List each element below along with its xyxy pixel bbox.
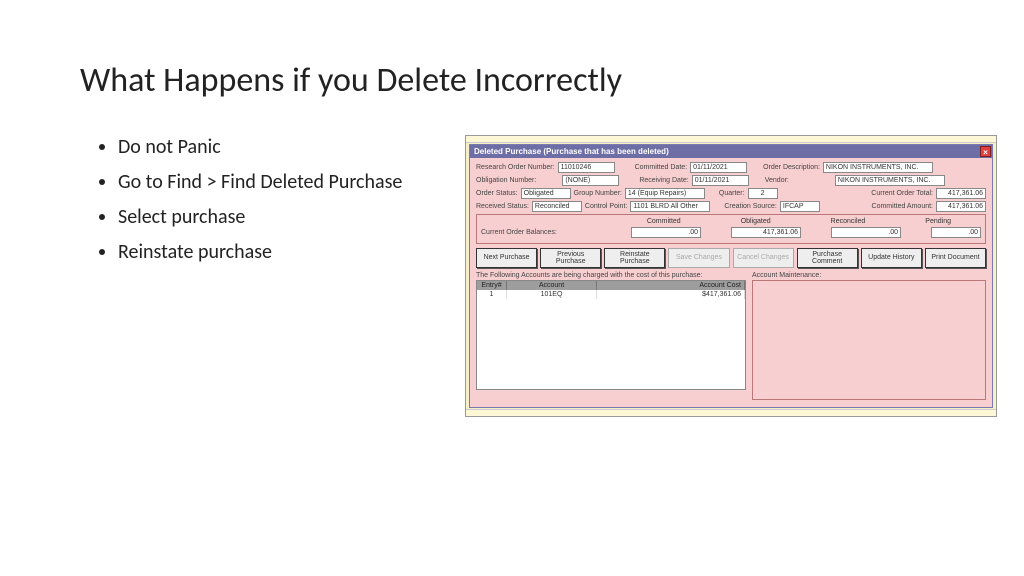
accounts-table[interactable]: Entry# Account Account Cost 1 101EQ $417… bbox=[476, 280, 746, 390]
quarter-field[interactable]: 2 bbox=[748, 188, 778, 199]
bullet-item: Go to Find > Find Deleted Purchase bbox=[118, 170, 430, 195]
group-number-label: Group Number: bbox=[574, 190, 622, 197]
slide-title: What Happens if you Delete Incorrectly bbox=[80, 60, 622, 101]
obligation-number-field[interactable]: (NONE) bbox=[562, 175, 619, 186]
col-entry-header: Entry# bbox=[477, 281, 507, 290]
order-description-field[interactable]: NIKON INSTRUMENTS, INC. bbox=[823, 162, 933, 173]
previous-purchase-button[interactable]: Previous Purchase bbox=[540, 248, 601, 268]
group-number-field[interactable]: 14 (Equip Repairs) bbox=[625, 188, 705, 199]
account-maintenance-section: Account Maintenance: bbox=[752, 272, 986, 400]
obligated-header: Obligated bbox=[741, 218, 771, 225]
vendor-field[interactable]: NIKON INSTRUMENTS, INC. bbox=[835, 175, 945, 186]
reinstate-purchase-button[interactable]: Reinstate Purchase bbox=[604, 248, 665, 268]
print-document-button[interactable]: Print Document bbox=[925, 248, 986, 268]
balance-obligated-field: 417,361.06 bbox=[731, 227, 801, 238]
obligation-number-label: Obligation Number: bbox=[476, 177, 536, 184]
cell-account: 101EQ bbox=[507, 290, 597, 299]
deleted-purchase-dialog: Deleted Purchase (Purchase that has been… bbox=[469, 144, 993, 408]
cell-account-cost: $417,361.06 bbox=[597, 290, 745, 299]
balance-pending-field: .00 bbox=[931, 227, 981, 238]
purchase-comment-button[interactable]: Purchase Comment bbox=[797, 248, 858, 268]
balance-reconciled-field: .00 bbox=[831, 227, 901, 238]
control-point-label: Control Point: bbox=[585, 203, 627, 210]
committed-header: Committed bbox=[647, 218, 681, 225]
account-maintenance-label: Account Maintenance: bbox=[752, 272, 986, 279]
receiving-date-field[interactable]: 01/11/2021 bbox=[692, 175, 749, 186]
screenshot-panel: Deleted Purchase (Purchase that has been… bbox=[465, 135, 997, 417]
pending-header: Pending bbox=[925, 218, 951, 225]
vendor-label: Vendor: bbox=[765, 177, 789, 184]
col-account-cost-header: Account Cost bbox=[597, 281, 745, 290]
creation-source-label: Creation Source: bbox=[724, 203, 777, 210]
committed-date-field[interactable]: 01/11/2021 bbox=[690, 162, 747, 173]
research-order-number-field[interactable]: 11010246 bbox=[558, 162, 615, 173]
order-status-field[interactable]: Obligated bbox=[521, 188, 571, 199]
committed-date-label: Committed Date: bbox=[635, 164, 688, 171]
bullet-item: Reinstate purchase bbox=[118, 240, 430, 265]
bullet-item: Select purchase bbox=[118, 205, 430, 230]
col-account-header: Account bbox=[507, 281, 597, 290]
control-point-field[interactable]: 1101 BLRD All Other bbox=[630, 201, 710, 212]
current-order-total-label: Current Order Total: bbox=[871, 190, 933, 197]
close-icon[interactable]: × bbox=[980, 146, 991, 157]
research-order-number-label: Research Order Number: bbox=[476, 164, 555, 171]
committed-amount-field[interactable]: 417,361.06 bbox=[936, 201, 986, 212]
balance-committed-field: .00 bbox=[631, 227, 701, 238]
cell-entry: 1 bbox=[477, 290, 507, 299]
accounts-section: The Following Accounts are being charged… bbox=[476, 272, 746, 400]
bullet-list: Do not Panic Go to Find > Find Deleted P… bbox=[100, 135, 430, 275]
save-changes-button: Save Changes bbox=[668, 248, 729, 268]
dialog-title-text: Deleted Purchase (Purchase that has been… bbox=[474, 147, 669, 156]
dialog-titlebar: Deleted Purchase (Purchase that has been… bbox=[470, 145, 992, 158]
accounts-charged-label: The Following Accounts are being charged… bbox=[476, 272, 746, 279]
button-bar: Next Purchase Previous Purchase Reinstat… bbox=[476, 248, 986, 268]
quarter-label: Quarter: bbox=[719, 190, 745, 197]
current-order-balances-label: Current Order Balances: bbox=[481, 229, 557, 236]
current-order-total-field[interactable]: 417,361.06 bbox=[936, 188, 986, 199]
cancel-changes-button: Cancel Changes bbox=[733, 248, 794, 268]
update-history-button[interactable]: Update History bbox=[861, 248, 922, 268]
table-row[interactable]: 1 101EQ $417,361.06 bbox=[477, 290, 745, 299]
received-status-field[interactable]: Reconciled bbox=[532, 201, 582, 212]
next-purchase-button[interactable]: Next Purchase bbox=[476, 248, 537, 268]
committed-amount-label: Committed Amount: bbox=[872, 203, 933, 210]
reconciled-header: Reconciled bbox=[831, 218, 866, 225]
order-status-label: Order Status: bbox=[476, 190, 518, 197]
received-status-label: Received Status: bbox=[476, 203, 529, 210]
account-maintenance-box bbox=[752, 280, 986, 400]
current-order-balances-box: Committed Obligated Reconciled Pending C… bbox=[476, 214, 986, 244]
bullet-item: Do not Panic bbox=[118, 135, 430, 160]
creation-source-field[interactable]: IFCAP bbox=[780, 201, 820, 212]
order-description-label: Order Description: bbox=[763, 164, 820, 171]
receiving-date-label: Receiving Date: bbox=[639, 177, 688, 184]
